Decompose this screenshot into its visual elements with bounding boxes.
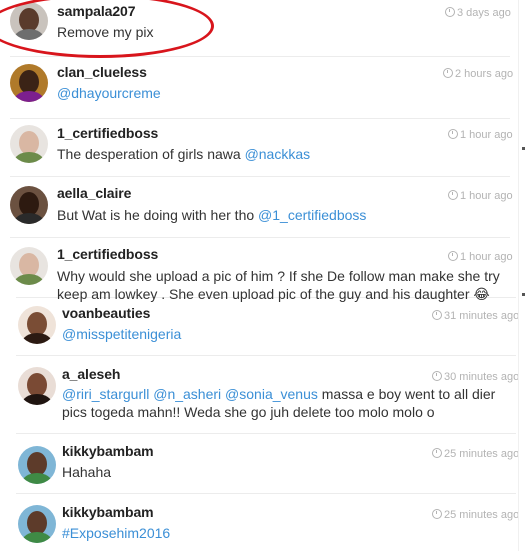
mention-link[interactable]: @n_asheri [153, 386, 221, 402]
timestamp-text: 1 hour ago [460, 190, 513, 202]
comment-username[interactable]: voanbeauties [62, 305, 150, 321]
timestamp-text: 1 hour ago [460, 129, 513, 141]
avatar-body [14, 213, 44, 224]
comment-username[interactable]: kikkybambam [62, 504, 154, 520]
clock-icon [432, 310, 442, 320]
comment-username[interactable]: sampala207 [57, 3, 136, 19]
comment-divider [10, 118, 510, 119]
avatar-body [22, 532, 52, 543]
comment-divider [10, 56, 510, 57]
avatar[interactable] [18, 306, 56, 344]
comment-text-segment: Remove my pix [57, 24, 154, 40]
comment-text: @riri_stargurll @n_asheri @sonia_venus m… [62, 385, 517, 421]
avatar[interactable] [10, 64, 48, 102]
comment-text: @dhayourcreme [57, 84, 507, 102]
avatar[interactable] [18, 505, 56, 543]
comment-username[interactable]: 1_certifiedboss [57, 246, 158, 262]
comment-timestamp: 1 hour ago [448, 250, 513, 263]
avatar[interactable] [10, 247, 48, 285]
comment-timestamp: 2 hours ago [443, 67, 513, 80]
mention-link[interactable]: @1_certifiedboss [258, 207, 366, 223]
avatar[interactable] [10, 125, 48, 163]
avatar[interactable] [10, 2, 48, 40]
avatar-body [14, 274, 44, 285]
comment-timestamp: 31 minutes ago [432, 309, 519, 322]
comment-divider [16, 493, 516, 494]
mention-link[interactable]: @sonia_venus [225, 386, 318, 402]
avatar-body [14, 91, 44, 102]
timestamp-text: 31 minutes ago [444, 310, 520, 322]
avatar-body [22, 394, 52, 405]
comment-text: The desperation of girls nawa @nackkas [57, 145, 507, 163]
clock-icon [432, 371, 442, 381]
avatar[interactable] [10, 186, 48, 224]
comment-text: But Wat is he doing with her tho @1_cert… [57, 206, 507, 224]
avatar[interactable] [18, 446, 56, 484]
timestamp-text: 25 minutes ago [444, 448, 520, 460]
comment-timestamp: 1 hour ago [448, 189, 513, 202]
comment-timestamp: 30 minutes ago [432, 370, 519, 383]
avatar[interactable] [18, 367, 56, 405]
clock-icon [445, 7, 455, 17]
mention-link[interactable]: @dhayourcreme [57, 85, 161, 101]
comment-timestamp: 25 minutes ago [432, 508, 519, 521]
comment-text: @misspetitenigeria [62, 325, 512, 343]
comment-text: Remove my pix [57, 23, 507, 41]
clock-icon [443, 68, 453, 78]
clock-icon [432, 509, 442, 519]
mention-link[interactable]: @nackkas [245, 146, 311, 162]
comment-divider [10, 237, 510, 238]
mention-link[interactable]: @riri_stargurll [62, 386, 149, 402]
comment-text-segment: Why would she upload a pic of him ? If s… [57, 268, 500, 302]
comment-divider [16, 355, 516, 356]
comment-timestamp: 25 minutes ago [432, 447, 519, 460]
comment-username[interactable]: clan_clueless [57, 64, 147, 80]
timestamp-text: 2 hours ago [455, 68, 514, 80]
clock-icon [448, 129, 458, 139]
clock-icon [432, 448, 442, 458]
comment-timestamp: 3 days ago [445, 6, 511, 19]
avatar-body [22, 473, 52, 484]
comment-divider [16, 433, 516, 434]
comment-text-segment: Hahaha [62, 464, 112, 480]
comment-divider [10, 176, 510, 177]
comment-text: #Exposehim2016 [62, 524, 512, 542]
timestamp-text: 3 days ago [457, 7, 511, 19]
right-edge-strip [518, 0, 527, 551]
timestamp-text: 30 minutes ago [444, 371, 520, 383]
timestamp-text: 1 hour ago [460, 251, 513, 263]
comment-text: Hahaha [62, 463, 512, 481]
comment-username[interactable]: a_aleseh [62, 366, 120, 382]
avatar-body [14, 152, 44, 163]
avatar-body [14, 29, 44, 40]
avatar-body [22, 333, 52, 344]
comment-text-segment: But Wat is he doing with her tho [57, 207, 259, 223]
mention-link[interactable]: @misspetitenigeria [62, 326, 181, 342]
comment-username[interactable]: kikkybambam [62, 443, 154, 459]
clock-icon [448, 190, 458, 200]
comment-timestamp: 1 hour ago [448, 128, 513, 141]
comment-text-segment: The desperation of girls nawa [57, 146, 245, 162]
timestamp-text: 25 minutes ago [444, 509, 520, 521]
comment-username[interactable]: 1_certifiedboss [57, 125, 158, 141]
mention-link[interactable]: #Exposehim2016 [62, 525, 170, 541]
comment-text: Why would she upload a pic of him ? If s… [57, 267, 517, 303]
clock-icon [448, 251, 458, 261]
comment-username[interactable]: aella_claire [57, 185, 131, 201]
